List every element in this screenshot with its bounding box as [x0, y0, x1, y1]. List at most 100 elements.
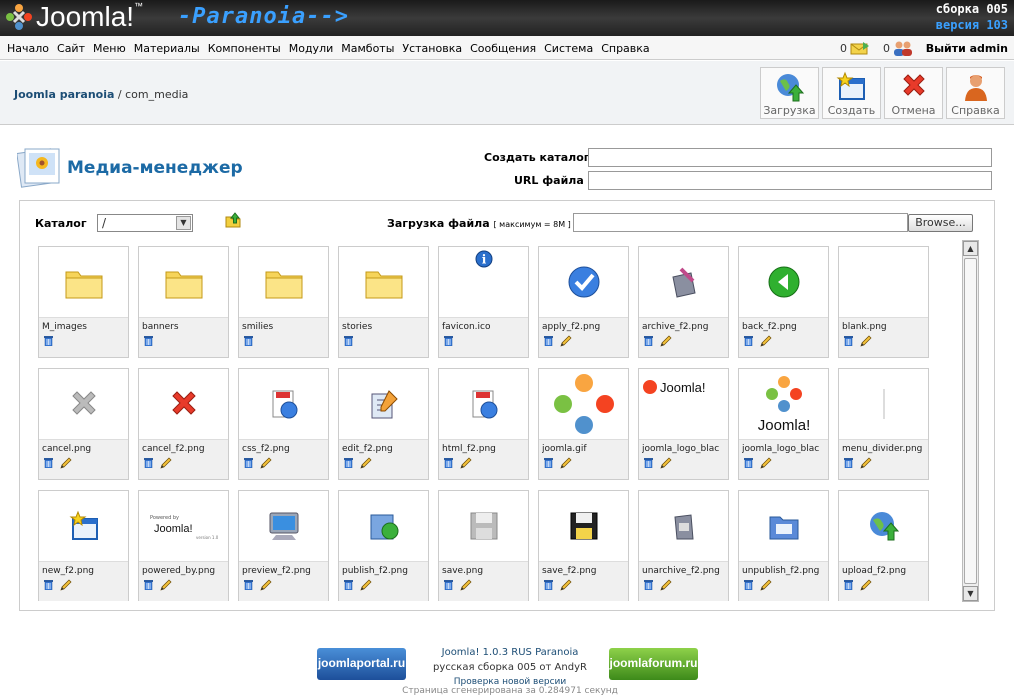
- blank-icon[interactable]: [839, 247, 928, 317]
- footer-version[interactable]: Joomla! 1.0.3 RUS Paranoia: [420, 645, 600, 660]
- menu-item[interactable]: Мамботы: [341, 42, 394, 55]
- trash-icon[interactable]: [343, 457, 354, 472]
- back-icon[interactable]: [739, 247, 828, 317]
- joomlaportal-badge[interactable]: joomlaportal.ru: [317, 648, 406, 680]
- media-item[interactable]: M_images: [38, 246, 129, 358]
- save-gray-icon[interactable]: [439, 491, 528, 561]
- pencil-icon[interactable]: [60, 579, 72, 594]
- joomlaforum-badge[interactable]: joomlaforum.ru: [609, 648, 698, 680]
- trash-icon[interactable]: [543, 457, 554, 472]
- create-dir-input[interactable]: [588, 148, 992, 167]
- trash-icon[interactable]: [543, 579, 554, 594]
- trash-icon[interactable]: [343, 335, 354, 349]
- scrollbar-thumb[interactable]: [964, 258, 977, 584]
- url-input[interactable]: [588, 171, 992, 190]
- media-item[interactable]: edit_f2.png: [338, 368, 429, 480]
- edit-icon[interactable]: [339, 369, 428, 439]
- pencil-icon[interactable]: [860, 579, 872, 594]
- trash-icon[interactable]: [43, 335, 54, 349]
- unarchive-icon[interactable]: [639, 491, 728, 561]
- cancel-red-icon[interactable]: [139, 369, 228, 439]
- media-item[interactable]: unpublish_f2.png: [738, 490, 829, 601]
- scroll-down-icon[interactable]: ▼: [963, 586, 978, 601]
- trash-icon[interactable]: [143, 457, 154, 472]
- media-item[interactable]: unarchive_f2.png: [638, 490, 729, 601]
- media-item[interactable]: banners: [138, 246, 229, 358]
- media-item[interactable]: save_f2.png: [538, 490, 629, 601]
- menu-item[interactable]: Начало: [7, 42, 49, 55]
- pencil-icon[interactable]: [260, 457, 272, 472]
- joomla-big-icon[interactable]: [539, 369, 628, 439]
- media-item[interactable]: i favicon.ico: [438, 246, 529, 358]
- html-icon[interactable]: [439, 369, 528, 439]
- trash-icon[interactable]: [243, 579, 254, 594]
- pencil-icon[interactable]: [460, 579, 472, 594]
- media-item[interactable]: save.png: [438, 490, 529, 601]
- menu-item[interactable]: Сообщения: [470, 42, 536, 55]
- trash-icon[interactable]: [643, 579, 654, 594]
- pencil-icon[interactable]: [160, 457, 172, 472]
- trash-icon[interactable]: [643, 457, 654, 472]
- media-item[interactable]: menu_divider.png: [838, 368, 929, 480]
- help-button[interactable]: Справка: [946, 67, 1005, 119]
- media-item[interactable]: new_f2.png: [38, 490, 129, 601]
- menu-item[interactable]: Меню: [93, 42, 126, 55]
- upload-file-input[interactable]: [573, 213, 908, 232]
- trash-icon[interactable]: [643, 335, 654, 350]
- media-item[interactable]: css_f2.png: [238, 368, 329, 480]
- pencil-icon[interactable]: [760, 579, 772, 594]
- trash-icon[interactable]: [743, 457, 754, 472]
- pencil-icon[interactable]: [660, 457, 672, 472]
- trash-icon[interactable]: [843, 457, 854, 472]
- css-icon[interactable]: [239, 369, 328, 439]
- divider-icon[interactable]: [839, 369, 928, 439]
- trash-icon[interactable]: [743, 579, 754, 594]
- cancel-button[interactable]: Отмена: [884, 67, 943, 119]
- pencil-icon[interactable]: [560, 457, 572, 472]
- save-icon[interactable]: [539, 491, 628, 561]
- new-icon[interactable]: [39, 491, 128, 561]
- browse-button[interactable]: Browse...: [908, 214, 973, 232]
- cancel-gray-icon[interactable]: [39, 369, 128, 439]
- joomla-stack-icon[interactable]: Joomla!: [739, 369, 828, 439]
- media-item[interactable]: apply_f2.png: [538, 246, 629, 358]
- trash-icon[interactable]: [343, 579, 354, 594]
- trash-icon[interactable]: [443, 335, 454, 349]
- scroll-up-icon[interactable]: ▲: [963, 241, 978, 256]
- trash-icon[interactable]: [143, 579, 154, 594]
- trash-icon[interactable]: [43, 457, 54, 472]
- powered-icon[interactable]: Powered by Joomla! version 1.0: [139, 491, 228, 561]
- menu-item[interactable]: Компоненты: [208, 42, 281, 55]
- pencil-icon[interactable]: [660, 579, 672, 594]
- trash-icon[interactable]: [443, 457, 454, 472]
- media-item[interactable]: publish_f2.png: [338, 490, 429, 601]
- folder-icon[interactable]: [39, 247, 128, 317]
- info-icon[interactable]: i: [439, 247, 528, 317]
- menu-item[interactable]: Установка: [402, 42, 462, 55]
- media-item[interactable]: cancel.png: [38, 368, 129, 480]
- trash-icon[interactable]: [243, 335, 254, 349]
- messages-icon[interactable]: [849, 40, 871, 56]
- trash-icon[interactable]: [43, 579, 54, 594]
- archive-icon[interactable]: [639, 247, 728, 317]
- folder-icon[interactable]: [339, 247, 428, 317]
- media-item[interactable]: back_f2.png: [738, 246, 829, 358]
- media-item[interactable]: Joomla! joomla_logo_blac: [738, 368, 829, 480]
- media-item[interactable]: smilies: [238, 246, 329, 358]
- breadcrumb-site[interactable]: Joomla paranoia: [14, 88, 114, 101]
- folder-icon[interactable]: [139, 247, 228, 317]
- pencil-icon[interactable]: [260, 579, 272, 594]
- pencil-icon[interactable]: [560, 335, 572, 350]
- apply-icon[interactable]: [539, 247, 628, 317]
- media-item[interactable]: Powered by Joomla! version 1.0 powered_by.p…: [138, 490, 229, 601]
- menu-item[interactable]: Модули: [289, 42, 334, 55]
- pencil-icon[interactable]: [60, 457, 72, 472]
- trash-icon[interactable]: [543, 335, 554, 350]
- media-item[interactable]: joomla.gif: [538, 368, 629, 480]
- pencil-icon[interactable]: [360, 457, 372, 472]
- media-item[interactable]: stories: [338, 246, 429, 358]
- trash-icon[interactable]: [143, 335, 154, 349]
- folder-up-icon[interactable]: [225, 212, 241, 228]
- menu-item[interactable]: Материалы: [134, 42, 200, 55]
- menu-item[interactable]: Сайт: [57, 42, 85, 55]
